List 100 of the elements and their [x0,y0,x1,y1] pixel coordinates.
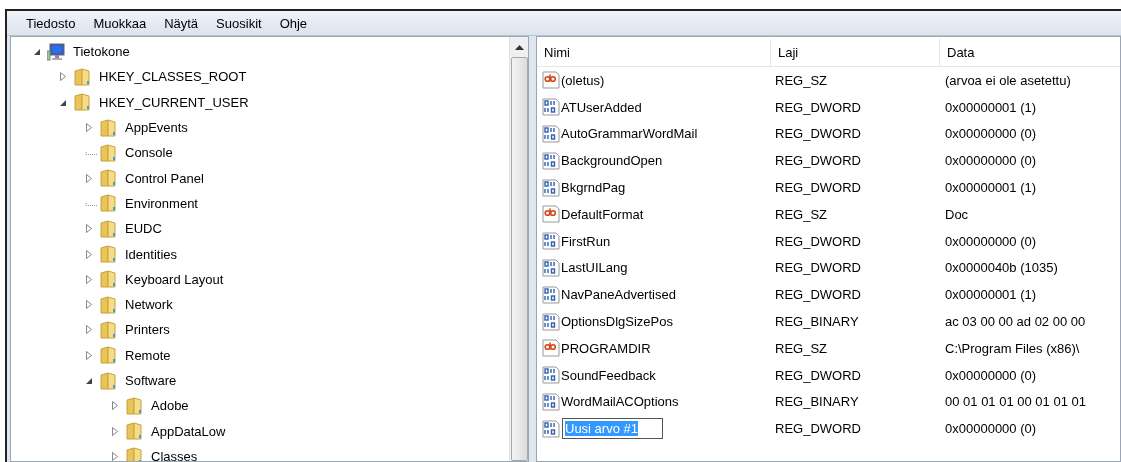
folder-icon [73,67,91,86]
tree-item[interactable]: Keyboard Layout [123,270,226,288]
collapsed-arrow-icon[interactable] [85,274,93,284]
value-type: REG_DWORD [774,180,862,196]
string-value-icon [542,71,560,90]
collapsed-arrow-icon[interactable] [85,123,93,133]
binary-value-icon [542,232,560,251]
folder-icon [99,295,117,314]
collapsed-arrow-icon[interactable] [59,72,67,82]
value-type: REG_DWORD [774,99,862,115]
tree-item[interactable]: Classes [149,447,200,461]
folder-icon [99,346,117,365]
binary-value-icon [542,178,560,197]
value-data: Doc [944,206,970,222]
value-type: REG_DWORD [774,260,862,276]
value-type: REG_BINARY [774,394,860,410]
value-type: REG_BINARY [774,314,860,330]
value-name[interactable]: NavPaneAdvertised [561,287,676,303]
menu-item[interactable]: Muokkaa [84,15,156,31]
value-type: REG_DWORD [774,421,862,437]
value-data: 0x00000000 (0) [944,367,1038,383]
value-data: 0x00000001 (1) [944,180,1038,196]
collapsed-arrow-icon[interactable] [85,325,93,335]
menu-item[interactable]: Näytä [155,15,208,31]
value-name[interactable]: FirstRun [561,233,611,249]
folder-icon [99,270,117,289]
tree-item[interactable]: AppDataLow [149,422,228,440]
menu-item[interactable]: Suosikit [207,15,271,31]
value-data: 0x00000000 (0) [944,126,1038,142]
tree-item[interactable]: Control Panel [123,169,206,187]
tree-item[interactable]: Remote [123,346,173,364]
string-value-icon [542,205,560,224]
scroll-up-arrow-icon[interactable] [514,45,524,50]
value-name[interactable]: DefaultFormat [561,206,644,222]
tree-item[interactable]: HKEY_CURRENT_USER [97,93,251,111]
tree-item[interactable]: Adobe [149,397,191,415]
value-name[interactable]: ATUserAdded [561,99,642,115]
value-type: REG_DWORD [774,367,862,383]
value-type: REG_DWORD [774,153,862,169]
tree-item[interactable]: AppEvents [123,119,190,137]
collapsed-arrow-icon[interactable] [111,401,119,411]
value-name[interactable]: BkgrndPag [561,180,626,196]
value-type: REG_SZ [774,206,828,222]
computer-icon [47,42,65,61]
expanded-arrow-icon[interactable] [59,98,67,107]
binary-value-icon [542,366,560,385]
value-type: REG_DWORD [774,233,862,249]
tree-item[interactable]: HKEY_CLASSES_ROOT [97,68,249,86]
value-data: C:\Program Files (x86)\ [944,340,1081,356]
value-type: REG_DWORD [774,126,862,142]
value-data: 0x00000001 (1) [944,99,1038,115]
expanded-arrow-icon[interactable] [85,377,93,385]
string-value-icon [542,339,560,358]
binary-value-icon [542,285,560,304]
collapsed-arrow-icon[interactable] [85,173,93,183]
value-data: ac 03 00 00 ad 02 00 00 [944,314,1087,330]
tree-item[interactable]: Tietokone [71,43,132,61]
column-header[interactable]: Laji [771,39,940,66]
value-type: REG_SZ [774,340,828,356]
binary-value-icon [542,392,560,411]
value-data: (arvoa ei ole asetettu) [944,72,1072,88]
value-name[interactable]: SoundFeedback [561,367,656,383]
folder-icon [99,320,117,339]
column-header[interactable]: Nimi [537,39,771,66]
expanded-arrow-icon[interactable] [33,48,41,57]
folder-icon [73,93,91,112]
collapsed-arrow-icon[interactable] [85,300,93,310]
binary-value-icon [542,258,560,277]
tree-item[interactable]: Printers [123,321,172,339]
value-data: 0x00000000 (0) [944,421,1038,437]
folder-icon [99,143,117,162]
collapsed-arrow-icon[interactable] [85,249,93,259]
collapsed-arrow-icon[interactable] [111,426,119,436]
tree-item[interactable]: EUDC [123,220,164,238]
collapsed-arrow-icon[interactable] [85,350,93,360]
tree-item[interactable]: Software [123,372,179,389]
column-header[interactable]: Data [940,39,1120,66]
binary-value-icon [542,125,560,143]
folder-icon [125,447,143,461]
tree-item[interactable]: Identities [123,245,180,263]
value-name[interactable]: AutoGrammarWordMail [561,126,698,142]
folder-icon [125,422,143,441]
value-name[interactable]: OptionsDlgSizePos [561,314,673,330]
tree-item[interactable]: Network [123,296,175,314]
value-type: REG_DWORD [774,287,862,303]
value-name[interactable]: BackgroundOpen [561,153,663,169]
collapsed-arrow-icon[interactable] [111,451,119,461]
value-name[interactable]: PROGRAMDIR [561,340,651,356]
tree-item[interactable]: Console [123,144,175,162]
menu-item[interactable]: Tiedosto [17,15,85,31]
value-name[interactable]: WordMailACOptions [561,394,679,410]
value-type: REG_SZ [774,72,828,88]
collapsed-arrow-icon[interactable] [85,224,93,234]
binary-value-icon [542,98,560,117]
tree-item[interactable]: Environment [123,194,200,212]
menu-item[interactable]: Ohje [270,15,317,31]
value-name[interactable]: (oletus) [561,72,605,88]
value-name[interactable]: LastUILang [561,260,628,276]
folder-icon [99,245,117,263]
folder-icon [99,371,117,390]
